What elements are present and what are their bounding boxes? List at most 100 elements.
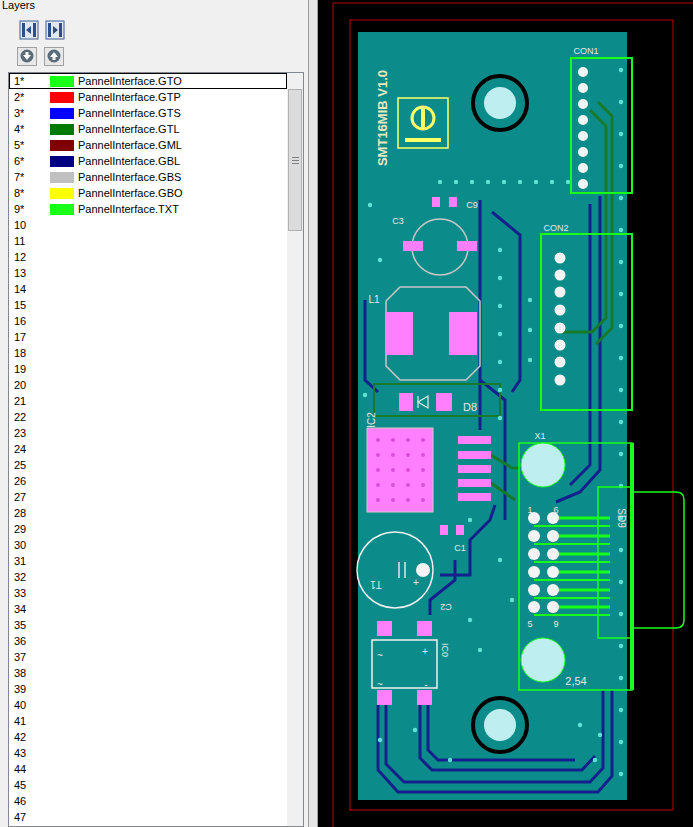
splitter[interactable] xyxy=(308,0,318,827)
layer-row[interactable]: 19 xyxy=(9,361,287,377)
board-frame xyxy=(350,20,673,810)
layer-row[interactable]: 21 xyxy=(9,393,287,409)
layer-row[interactable]: 13 xyxy=(9,265,287,281)
layer-row[interactable]: 15 xyxy=(9,297,287,313)
layer-number: 32 xyxy=(10,572,50,583)
layer-row[interactable]: 36 xyxy=(9,633,287,649)
board-label: 2,54 xyxy=(565,675,586,687)
layer-number: 39 xyxy=(10,684,50,695)
mounting-hole xyxy=(473,76,527,130)
layer-row[interactable]: 10 xyxy=(9,217,287,233)
layer-row[interactable]: 1*PannelInterface.GTO xyxy=(9,73,287,89)
capacitor-c3 xyxy=(403,219,477,275)
layer-number: 45 xyxy=(10,780,50,791)
board-label: ~ xyxy=(377,679,383,690)
toolbar xyxy=(0,20,308,40)
layer-row[interactable]: 25 xyxy=(9,457,287,473)
layer-row[interactable]: 27 xyxy=(9,489,287,505)
layer-row[interactable]: 41 xyxy=(9,713,287,729)
board-label: D8 xyxy=(463,401,477,413)
move-down-button[interactable] xyxy=(17,47,37,66)
layer-row[interactable]: 32 xyxy=(9,569,287,585)
gerber-viewer: Layers1*PannelInterface.GTO2*PannelInter… xyxy=(0,0,693,827)
layer-number: 1* xyxy=(10,76,50,87)
layer-number: 42 xyxy=(10,732,50,743)
layer-row[interactable]: 43 xyxy=(9,745,287,761)
layer-row[interactable]: 7*PannelInterface.GBS xyxy=(9,169,287,185)
layer-row[interactable]: 6*PannelInterface.GBL xyxy=(9,153,287,169)
layer-number: 4* xyxy=(10,124,50,135)
board-label: 5 xyxy=(527,619,532,629)
pcb-view[interactable]: SMT16MIB V1.0CON1CON2C9C3L1D8IC2X1C1T1C2… xyxy=(318,0,693,827)
layer-row[interactable]: 3*PannelInterface.GTS xyxy=(9,105,287,121)
layer-number: 16 xyxy=(10,316,50,327)
layer-row[interactable]: 11 xyxy=(9,233,287,249)
layer-name: PannelInterface.GML xyxy=(78,140,182,151)
layer-row[interactable]: 14 xyxy=(9,281,287,297)
layer-row[interactable]: 47 xyxy=(9,809,287,825)
layer-row[interactable]: 20 xyxy=(9,377,287,393)
layer-number: 36 xyxy=(10,636,50,647)
board-label: 9 xyxy=(553,619,558,629)
layer-row[interactable]: 2*PannelInterface.GTP xyxy=(9,89,287,105)
layer-row[interactable]: 33 xyxy=(9,585,287,601)
unload-layers-button[interactable] xyxy=(45,20,65,40)
layer-row[interactable]: 38 xyxy=(9,665,287,681)
layer-name: PannelInterface.GTS xyxy=(78,108,181,119)
layer-number: 18 xyxy=(10,348,50,359)
con1-connector xyxy=(571,58,632,193)
layer-name: PannelInterface.GBL xyxy=(78,156,180,167)
board-label: C1 xyxy=(454,543,466,553)
arrow-up-icon xyxy=(47,49,61,63)
layer-row[interactable]: 34 xyxy=(9,601,287,617)
layer-number: 40 xyxy=(10,700,50,711)
layer-number: 13 xyxy=(10,268,50,279)
layer-number: 33 xyxy=(10,588,50,599)
layers-panel: Layers1*PannelInterface.GTO2*PannelInter… xyxy=(0,0,308,827)
layer-name: PannelInterface.GTP xyxy=(78,92,181,103)
layer-name: PannelInterface.GBS xyxy=(78,172,181,183)
layer-row[interactable]: 26 xyxy=(9,473,287,489)
layer-row[interactable]: 24 xyxy=(9,441,287,457)
capacitor-c1 xyxy=(440,525,464,535)
db9-connector xyxy=(519,443,684,690)
layer-row[interactable]: 40 xyxy=(9,697,287,713)
layer-number: 22 xyxy=(10,412,50,423)
layer-row[interactable]: 39 xyxy=(9,681,287,697)
layer-row[interactable]: 46 xyxy=(9,793,287,809)
layer-row[interactable]: 17 xyxy=(9,329,287,345)
layer-row[interactable]: 28 xyxy=(9,505,287,521)
top-traces xyxy=(374,102,612,500)
layer-row[interactable]: 9*PannelInterface.TXT xyxy=(9,201,287,217)
layer-row[interactable]: 12 xyxy=(9,249,287,265)
layer-number: 43 xyxy=(10,748,50,759)
canvas[interactable]: SMT16MIB V1.0CON1CON2C9C3L1D8IC2X1C1T1C2… xyxy=(318,0,693,827)
capacitor-t1 xyxy=(357,532,433,608)
layer-row[interactable]: 18 xyxy=(9,345,287,361)
layer-row[interactable]: 4*PannelInterface.GTL xyxy=(9,121,287,137)
move-up-button[interactable] xyxy=(44,47,64,66)
layer-row[interactable]: 31 xyxy=(9,553,287,569)
layer-row[interactable]: 5*PannelInterface.GML xyxy=(9,137,287,153)
inductor-l1 xyxy=(385,287,480,380)
layer-row[interactable]: 22 xyxy=(9,409,287,425)
scrollbar[interactable] xyxy=(287,73,303,826)
layer-row[interactable]: 45 xyxy=(9,777,287,793)
layer-row[interactable]: 42 xyxy=(9,729,287,745)
regulator-ic2 xyxy=(367,428,491,512)
layer-row[interactable]: 23 xyxy=(9,425,287,441)
layer-row[interactable]: 29 xyxy=(9,521,287,537)
layer-row[interactable]: 16 xyxy=(9,313,287,329)
layer-row[interactable]: 44 xyxy=(9,761,287,777)
scroll-thumb[interactable] xyxy=(288,89,302,231)
board-labels: SMT16MIB V1.0CON1CON2C9C3L1D8IC2X1C1T1C2… xyxy=(366,46,628,689)
load-layers-button[interactable] xyxy=(19,20,39,40)
layer-row[interactable]: 37 xyxy=(9,649,287,665)
layer-row[interactable]: 8*PannelInterface.GBO xyxy=(9,185,287,201)
mounting-hole xyxy=(473,698,527,752)
board-label: 1 xyxy=(527,505,532,515)
layer-row[interactable]: 35 xyxy=(9,617,287,633)
logo-icon xyxy=(398,98,448,148)
layer-row[interactable]: 30 xyxy=(9,537,287,553)
layer-number: 20 xyxy=(10,380,50,391)
